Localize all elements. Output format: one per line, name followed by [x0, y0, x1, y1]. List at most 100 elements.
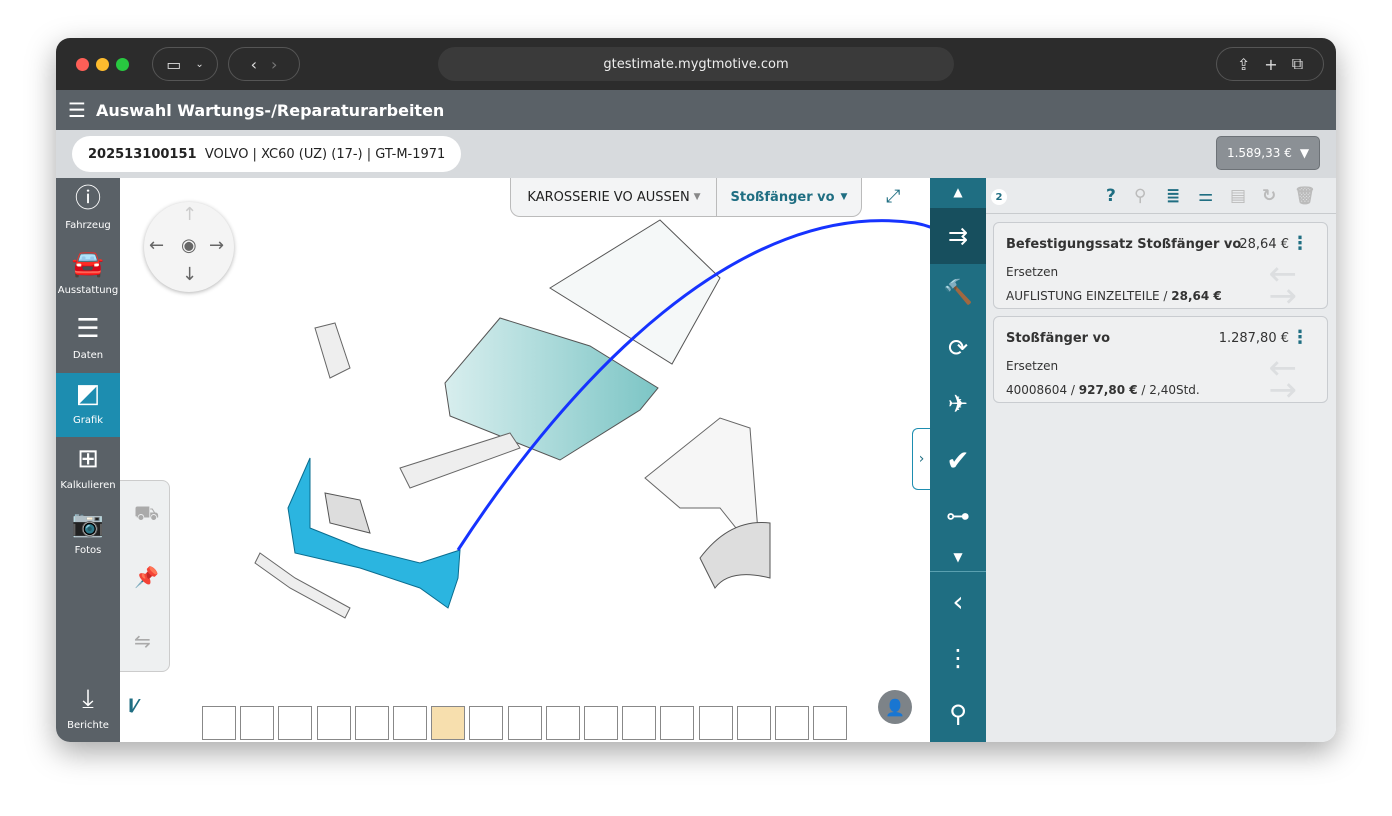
headlamp[interactable]: [314, 322, 351, 379]
wheel-arch-liner[interactable]: [699, 521, 771, 589]
detail-amount: 927,80 €: [1078, 383, 1138, 397]
part-group-thumbnail[interactable]: [622, 706, 657, 740]
detail-prefix: AUFLISTUNG EINZELTEILE /: [1006, 289, 1172, 303]
vehicle-desc: VOLVO | XC60 (UZ) (17-) | GT-M-1971: [204, 146, 446, 162]
position-card[interactable]: Befestigungssatz Stoßfänger vo 28,64 € ⋮…: [993, 222, 1328, 316]
detail-suffix: / 2,40Std.: [1137, 383, 1200, 397]
camera-icon: 📷: [71, 509, 105, 539]
position-detail: AUFLISTUNG EINZELTEILE / 28,64 €: [1006, 289, 1222, 303]
part-group-thumbnail[interactable]: [813, 706, 848, 740]
position-title: Stoßfänger vo: [1006, 331, 1111, 346]
detail-amount: 28,64 €: [1171, 289, 1222, 303]
position-card[interactable]: Stoßfänger vo 1.287,80 € ⋮ Ersetzen 4000…: [993, 316, 1328, 410]
parts-diagram[interactable]: [120, 178, 930, 742]
replace-icon[interactable]: ⇉: [930, 208, 986, 264]
back-icon[interactable]: ‹: [251, 55, 257, 74]
check-icon[interactable]: ✔: [930, 432, 986, 488]
label: Fahrzeug: [65, 220, 111, 231]
forward-icon[interactable]: ›: [271, 55, 277, 74]
zoom-part-icon: ⚲: [1134, 186, 1147, 206]
total-button[interactable]: 1.589,33 € ▼: [1216, 136, 1320, 170]
zoom-window-button[interactable]: [116, 58, 129, 71]
sidebar-item-ausstattung[interactable]: 🚘 Ausstattung: [56, 243, 120, 307]
close-window-button[interactable]: [76, 58, 89, 71]
detail-prefix: 40008604 /: [1006, 383, 1079, 397]
more-icon[interactable]: ⋮: [930, 630, 986, 686]
user-notes-button[interactable]: 👤: [878, 690, 912, 724]
sidebar-item-fahrzeug[interactable]: ⓘ Fahrzeug: [56, 178, 120, 242]
divider: [986, 213, 1336, 214]
position-price: 28,64 €: [1239, 237, 1289, 252]
more-options-icon[interactable]: ⋮: [1291, 233, 1309, 254]
part-group-thumbnail[interactable]: [316, 706, 351, 740]
repair-hammer-icon[interactable]: 🔨: [930, 264, 986, 320]
position-action: Ersetzen: [1006, 359, 1059, 373]
app-header: ☰ Auswahl Wartungs-/Reparaturarbeiten: [56, 90, 1336, 130]
sidebar-item-daten[interactable]: ☰ Daten: [56, 308, 120, 372]
print-icon: ▤: [1230, 186, 1247, 206]
door-icon: ◩: [75, 379, 101, 409]
part-group-thumbnail[interactable]: [202, 706, 236, 740]
front-bumper[interactable]: [287, 457, 461, 609]
more-options-icon[interactable]: ⋮: [1291, 327, 1309, 348]
label: Daten: [72, 350, 104, 361]
part-group-thumbnail[interactable]: [775, 706, 809, 740]
replace-arrows-icon: ← →: [1268, 254, 1298, 316]
nav-buttons[interactable]: ‹ ›: [228, 47, 300, 81]
part-group-thumbnail[interactable]: [431, 706, 466, 740]
label: Grafik: [72, 415, 104, 426]
total-amount: 1.589,33 €: [1226, 146, 1292, 160]
part-group-thumbnail[interactable]: [354, 706, 389, 740]
back-icon[interactable]: ‹: [930, 573, 986, 629]
part-group-thumbnail[interactable]: [584, 706, 618, 740]
part-group-thumbnail[interactable]: [660, 706, 695, 740]
scroll-up-icon[interactable]: ▲: [930, 178, 986, 206]
remove-install-icon[interactable]: ⟳: [930, 320, 986, 376]
address-bar[interactable]: gtestimate.mygtmotive.com: [438, 47, 954, 81]
vehicle-info[interactable]: 202513100151 VOLVO | XC60 (UZ) (17-) | G…: [72, 136, 462, 172]
bumper-beam[interactable]: [399, 432, 521, 489]
sidebar-item-fotos[interactable]: 📷 Fotos: [56, 503, 120, 567]
replace-arrows-icon: ← →: [1268, 348, 1298, 410]
scroll-down-icon[interactable]: ▼: [930, 542, 986, 572]
part-group-thumbnail[interactable]: [545, 706, 580, 740]
car-icon: 🚘: [71, 249, 105, 279]
tabs-icon[interactable]: ⧉: [1292, 54, 1303, 74]
list-icon: ☰: [76, 314, 100, 344]
url-text: gtestimate.mygtmotive.com: [603, 56, 789, 72]
menu-icon[interactable]: ☰: [68, 98, 86, 122]
browser-actions: ⇪ + ⧉: [1216, 47, 1324, 81]
search-list-icon[interactable]: ≣: [1166, 186, 1180, 206]
sidebar-item-berichte[interactable]: ⤓ Berichte: [56, 678, 120, 742]
graphic-canvas[interactable]: KAROSSERIE VO AUSSEN ▼ Stoßfänger vo ▼ ⤢ ↑…: [120, 178, 930, 742]
caret-down-icon: ▼: [1299, 146, 1310, 160]
search-icon[interactable]: ⚲: [930, 686, 986, 742]
part-group-thumbnail[interactable]: [240, 706, 275, 740]
sidebar-item-kalkulieren[interactable]: ⊞ Kalkulieren: [56, 438, 120, 502]
part-group-thumbnail[interactable]: [736, 706, 771, 740]
position-title: Befestigungssatz Stoßfänger vo: [1006, 237, 1242, 252]
undo-icon: ↻: [1262, 186, 1277, 206]
new-tab-icon[interactable]: +: [1264, 55, 1277, 74]
hood[interactable]: [444, 317, 659, 461]
label: Fotos: [74, 545, 102, 556]
part-group-thumbnail[interactable]: [507, 706, 542, 740]
minimize-window-button[interactable]: [96, 58, 109, 71]
part-group-thumbnail[interactable]: [393, 706, 427, 740]
label: Ausstattung: [57, 285, 119, 296]
sidebar-item-grafik[interactable]: ◩ Grafik: [56, 373, 120, 437]
part-group-thumbnail[interactable]: [698, 706, 733, 740]
browser-window: ▭ ⌄ ‹ › gtestimate.mygtmotive.com ⇪ + ⧉ ☰ Au…: [56, 38, 1336, 742]
part-group-thumbnail[interactable]: [278, 706, 313, 740]
wheel-align-icon[interactable]: ⊶: [930, 488, 986, 544]
part-group-thumbnail[interactable]: [469, 706, 504, 740]
help-icon[interactable]: ?: [1106, 186, 1116, 206]
share-icon[interactable]: ⇪: [1237, 55, 1250, 74]
positions-count-badge: 2: [991, 189, 1007, 205]
paint-gun-icon[interactable]: ✈: [930, 376, 986, 432]
grille[interactable]: [324, 492, 371, 534]
expand-panel-tab[interactable]: ›: [912, 428, 930, 490]
info-icon: ⓘ: [74, 184, 101, 214]
filter-settings-icon[interactable]: ⚌: [1198, 186, 1213, 206]
sidebar-toggle-button[interactable]: ▭ ⌄: [152, 47, 218, 81]
